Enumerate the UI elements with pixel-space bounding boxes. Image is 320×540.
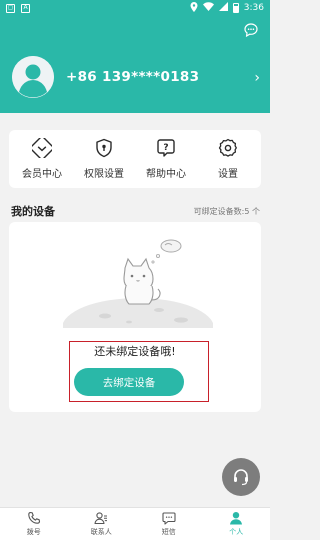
menu-item-help[interactable]: ? 帮助中心 [137,138,195,180]
headset-icon [234,469,248,486]
tab-messages[interactable]: 短信 [135,508,203,540]
devices-section-title: 我的设备 [11,205,55,218]
gear-icon [218,138,237,157]
person-icon [230,512,243,525]
status-bar: ▢ A 3:36 [0,0,270,16]
menu-item-vip[interactable]: 会员中心 [13,138,71,180]
tab-dial[interactable]: 拨号 [0,508,68,540]
menu-item-permissions[interactable]: 权限设置 [75,138,133,180]
menu-item-settings[interactable]: 设置 [199,138,257,180]
cat-on-planet-illustration [63,239,213,328]
svg-text:?: ? [163,143,168,153]
shield-icon [96,138,112,158]
chat-bubble-icon[interactable] [244,22,258,38]
menu-label-permissions: 权限设置 [84,169,124,180]
tab-label-messages: 短信 [161,528,176,536]
menu-label-vip: 会员中心 [22,169,62,180]
phone-icon [28,511,40,524]
profile-header: ▢ A 3:36 +86 139****0183 › [0,0,270,113]
bindable-count-label: 可绑定设备数:5 个 [193,207,260,216]
battery-icon [232,3,239,13]
profile-row[interactable]: +86 139****0183 › [0,56,270,104]
contacts-icon [94,512,108,525]
tab-profile[interactable]: 个人 [203,508,271,540]
vip-diamond-icon [32,138,52,158]
support-float-button[interactable] [222,458,260,496]
avatar[interactable] [12,56,54,98]
quick-menu-card: 会员中心 权限设置 ? 帮助中心 设置 [9,130,261,188]
status-a-badge: A [21,3,30,13]
bottom-tab-bar: 拨号 联系人 短信 个人 [0,507,270,540]
user-avatar-icon [12,56,54,98]
chevron-right-icon[interactable]: › [254,70,260,86]
tab-contacts[interactable]: 联系人 [68,508,136,540]
location-icon [190,1,198,15]
menu-label-help: 帮助中心 [146,169,186,180]
device-empty-card: 还未绑定设备哦! 去绑定设备 [9,222,261,412]
empty-devices-text: 还未绑定设备哦! [94,345,176,358]
tab-label-contacts: 联系人 [90,528,112,536]
status-time: 3:36 [243,3,264,13]
signal-icon [218,2,228,14]
message-icon [162,512,176,525]
help-icon: ? [157,139,175,157]
sim-icon: ▢ [6,3,15,13]
wifi-icon [202,2,214,14]
phone-number: +86 139****0183 [66,69,200,85]
bind-device-button[interactable]: 去绑定设备 [74,368,184,396]
tab-label-dial: 拨号 [26,528,41,536]
tab-label-profile: 个人 [229,528,244,536]
menu-label-settings: 设置 [218,169,238,180]
